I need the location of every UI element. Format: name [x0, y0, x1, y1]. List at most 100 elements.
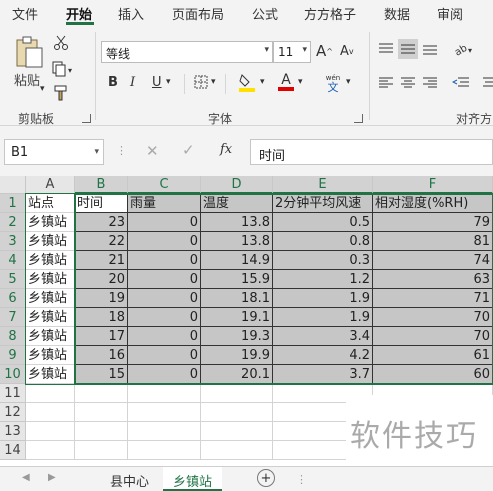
data-cell[interactable]: [128, 403, 201, 422]
font-color-button[interactable]: A: [277, 72, 295, 92]
row-header-6[interactable]: 6: [0, 289, 26, 308]
data-cell[interactable]: 1.9: [273, 289, 373, 308]
chevron-down-icon[interactable]: ▾: [298, 77, 303, 87]
scroll-left-icon[interactable]: ◀: [22, 472, 30, 483]
data-cell[interactable]: 3.4: [273, 327, 373, 346]
tab-data[interactable]: 数据: [384, 4, 410, 23]
formula-input[interactable]: 时间: [250, 139, 493, 165]
data-cell[interactable]: 19.1: [201, 308, 273, 327]
data-cell[interactable]: [128, 384, 201, 403]
row-header-2[interactable]: 2: [0, 213, 26, 232]
tab-fangfang[interactable]: 方方格子: [304, 4, 356, 23]
data-cell[interactable]: [201, 403, 273, 422]
add-sheet-button[interactable]: +: [257, 469, 275, 487]
data-cell[interactable]: 乡镇站: [26, 308, 75, 327]
sheet-tab-township[interactable]: 乡镇站: [163, 467, 223, 491]
chevron-down-icon[interactable]: ▾: [260, 77, 265, 87]
data-cell[interactable]: 0: [128, 213, 201, 232]
data-cell[interactable]: 23: [75, 213, 128, 232]
data-cell[interactable]: 乡镇站: [26, 365, 75, 384]
header-cell[interactable]: 2分钟平均风速: [273, 194, 373, 213]
shrink-font-button[interactable]: Av: [340, 44, 354, 59]
chevron-down-icon[interactable]: ▾: [211, 77, 216, 87]
chevron-down-icon[interactable]: ▾: [40, 84, 45, 94]
data-cell[interactable]: 19.9: [201, 346, 273, 365]
header-cell[interactable]: 雨量: [128, 194, 201, 213]
format-painter-icon[interactable]: [52, 84, 70, 102]
data-cell[interactable]: 0: [128, 251, 201, 270]
data-cell[interactable]: 0: [128, 308, 201, 327]
font-name-select[interactable]: 等线 ▾: [101, 41, 273, 63]
data-cell[interactable]: 13.8: [201, 213, 273, 232]
paste-icon[interactable]: [12, 34, 46, 70]
data-cell[interactable]: 0.5: [273, 213, 373, 232]
data-cell[interactable]: 乡镇站: [26, 270, 75, 289]
data-cell[interactable]: 乡镇站: [26, 346, 75, 365]
data-cell[interactable]: 81: [373, 232, 493, 251]
align-right-icon[interactable]: [422, 76, 438, 90]
data-cell[interactable]: 18: [75, 308, 128, 327]
data-cell[interactable]: 19: [75, 289, 128, 308]
clipboard-launcher-icon[interactable]: [82, 114, 91, 123]
align-middle-icon[interactable]: [398, 39, 418, 59]
cancel-icon[interactable]: ✕: [146, 142, 159, 160]
data-cell[interactable]: 60: [373, 365, 493, 384]
tab-review[interactable]: 审阅: [437, 4, 463, 23]
tab-page-layout[interactable]: 页面布局: [172, 4, 224, 23]
data-cell[interactable]: [128, 422, 201, 441]
bold-button[interactable]: B: [108, 75, 118, 90]
increase-indent-icon[interactable]: [476, 76, 493, 90]
insert-function-button[interactable]: fx: [220, 142, 232, 157]
select-all-corner[interactable]: [0, 176, 26, 194]
row-header-11[interactable]: 11: [0, 384, 26, 403]
row-header-3[interactable]: 3: [0, 232, 26, 251]
data-cell[interactable]: 14.9: [201, 251, 273, 270]
data-cell[interactable]: 74: [373, 251, 493, 270]
data-cell[interactable]: [201, 422, 273, 441]
grow-font-button[interactable]: A ^: [316, 42, 333, 60]
data-cell[interactable]: 乡镇站: [26, 251, 75, 270]
align-top-icon[interactable]: [378, 42, 394, 56]
data-cell[interactable]: 21: [75, 251, 128, 270]
row-header-8[interactable]: 8: [0, 327, 26, 346]
data-cell[interactable]: 17: [75, 327, 128, 346]
column-header-d[interactable]: D: [201, 176, 273, 194]
data-cell[interactable]: [26, 441, 75, 460]
fill-color-icon[interactable]: [238, 72, 256, 92]
data-cell[interactable]: 61: [373, 346, 493, 365]
data-cell[interactable]: 0: [128, 346, 201, 365]
row-header-1[interactable]: 1: [0, 194, 26, 213]
borders-icon[interactable]: [193, 74, 209, 90]
data-cell[interactable]: 0: [128, 270, 201, 289]
italic-button[interactable]: I: [130, 75, 135, 90]
enter-icon[interactable]: ✓: [182, 141, 195, 159]
tab-insert[interactable]: 插入: [118, 4, 144, 23]
data-cell[interactable]: 70: [373, 327, 493, 346]
data-cell[interactable]: 1.9: [273, 308, 373, 327]
data-cell[interactable]: 16: [75, 346, 128, 365]
data-cell[interactable]: 0: [128, 289, 201, 308]
data-cell[interactable]: 乡镇站: [26, 232, 75, 251]
column-header-b[interactable]: B: [75, 176, 128, 194]
row-header-13[interactable]: 13: [0, 422, 26, 441]
header-cell[interactable]: 相对湿度(%RH): [373, 194, 493, 213]
data-cell[interactable]: [128, 441, 201, 460]
data-cell[interactable]: 70: [373, 308, 493, 327]
data-cell[interactable]: 0: [128, 327, 201, 346]
header-cell[interactable]: 温度: [201, 194, 273, 213]
column-header-f[interactable]: F: [373, 176, 493, 194]
chevron-down-icon[interactable]: ▾: [346, 77, 351, 87]
phonetic-guide-button[interactable]: wén 文: [322, 72, 344, 94]
column-header-a[interactable]: A: [26, 176, 75, 194]
data-cell[interactable]: 18.1: [201, 289, 273, 308]
tab-file[interactable]: 文件: [12, 4, 38, 23]
column-header-c[interactable]: C: [128, 176, 201, 194]
chevron-down-icon[interactable]: ▾: [166, 77, 171, 87]
data-cell[interactable]: [75, 441, 128, 460]
data-cell[interactable]: 20: [75, 270, 128, 289]
align-center-icon[interactable]: [400, 76, 416, 90]
cut-icon[interactable]: [52, 34, 70, 52]
column-header-e[interactable]: E: [273, 176, 373, 194]
data-cell[interactable]: [201, 441, 273, 460]
scroll-right-icon[interactable]: ▶: [48, 472, 56, 483]
